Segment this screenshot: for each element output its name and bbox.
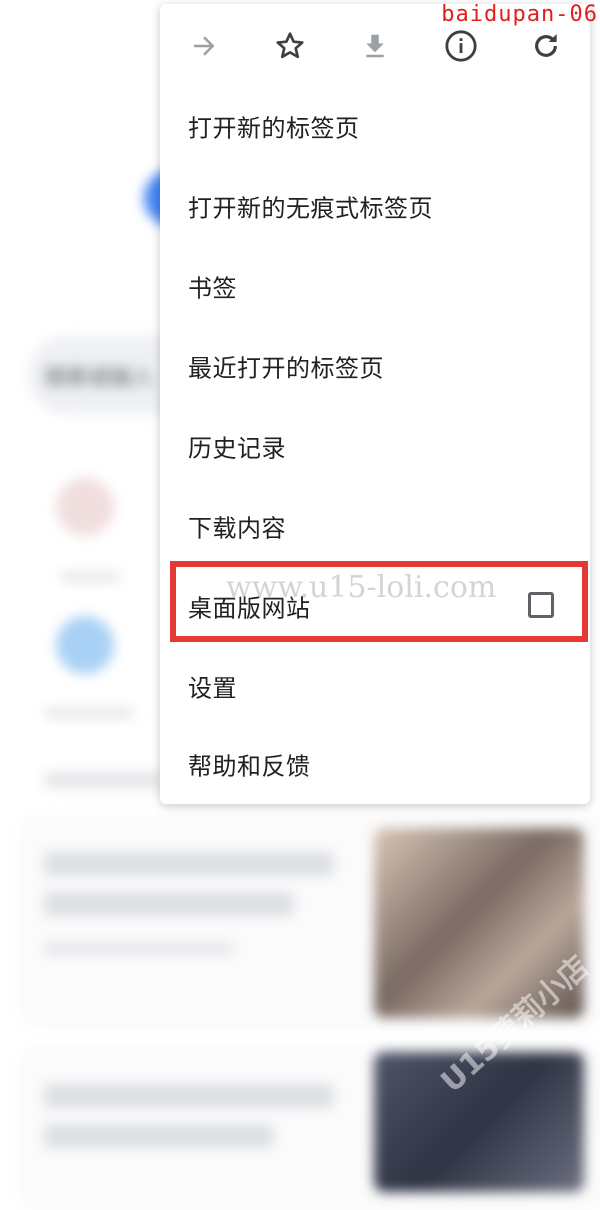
article-meta-line xyxy=(44,942,234,956)
section-heading xyxy=(44,772,164,788)
menu-item-bookmarks[interactable]: 书签 xyxy=(160,246,590,326)
menu-item-settings[interactable]: 设置 xyxy=(160,646,590,726)
article-title-line xyxy=(44,1084,334,1108)
menu-item-new-tab[interactable]: 打开新的标签页 xyxy=(160,86,590,166)
menu-item-new-incognito-tab[interactable]: 打开新的无痕式标签页 xyxy=(160,166,590,246)
article-title-line xyxy=(44,1124,274,1148)
shortcut-label xyxy=(44,708,134,718)
menu-item-label: 书签 xyxy=(188,274,237,303)
menu-item-downloads[interactable]: 下载内容 xyxy=(160,486,590,566)
article-thumbnail xyxy=(374,828,584,1018)
search-placeholder: 搜索或输入 xyxy=(44,366,155,391)
menu-item-label: 打开新的标签页 xyxy=(188,114,360,143)
menu-item-recent-tabs[interactable]: 最近打开的标签页 xyxy=(160,326,590,406)
download-icon[interactable] xyxy=(355,26,395,66)
corner-tag: baidupan-06 xyxy=(441,2,598,27)
article-title-line xyxy=(44,892,294,916)
menu-item-label: 历史记录 xyxy=(188,434,286,463)
star-icon[interactable] xyxy=(270,26,310,66)
menu-item-desktop-site[interactable]: 桌面版网站 xyxy=(160,566,590,646)
refresh-icon[interactable] xyxy=(526,26,566,66)
menu-item-help-feedback[interactable]: 帮助和反馈 xyxy=(160,724,590,804)
menu-item-label: 打开新的无痕式标签页 xyxy=(188,194,433,223)
shortcut-label xyxy=(60,572,120,582)
menu-item-label: 桌面版网站 xyxy=(188,594,311,623)
info-icon[interactable] xyxy=(441,26,481,66)
forward-arrow-icon[interactable] xyxy=(184,26,224,66)
menu-item-label: 帮助和反馈 xyxy=(188,752,311,781)
menu-item-label: 下载内容 xyxy=(188,514,286,543)
overflow-menu: 打开新的标签页 打开新的无痕式标签页 书签 最近打开的标签页 历史记录 下载内容… xyxy=(160,4,590,804)
shortcut-tile[interactable] xyxy=(56,478,114,536)
menu-item-history[interactable]: 历史记录 xyxy=(160,406,590,486)
article-thumbnail xyxy=(374,1052,584,1192)
menu-item-label: 最近打开的标签页 xyxy=(188,354,384,383)
article-title-line xyxy=(44,852,334,876)
shortcut-tile[interactable] xyxy=(56,616,114,674)
menu-item-label: 设置 xyxy=(188,674,237,703)
desktop-site-checkbox[interactable] xyxy=(528,592,554,618)
